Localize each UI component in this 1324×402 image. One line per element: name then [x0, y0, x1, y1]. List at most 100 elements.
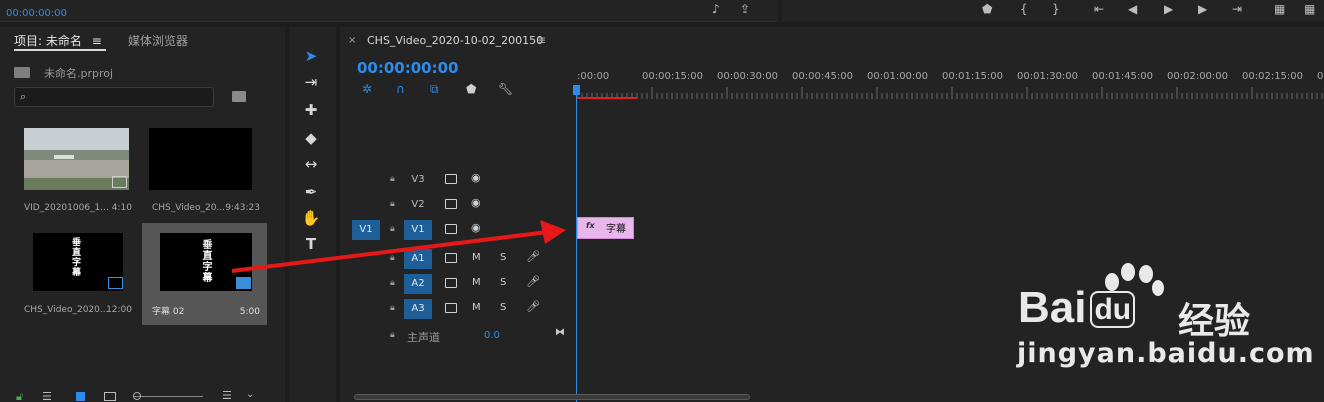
- active-tab-underline: [14, 49, 106, 51]
- track-target[interactable]: V1: [404, 220, 432, 240]
- lock-icon[interactable]: 🔒︎: [390, 278, 395, 288]
- project-item-clip-1[interactable]: VID_20201006_1... 4:10: [14, 121, 139, 221]
- microphone-icon[interactable]: 🎤︎: [526, 250, 540, 263]
- track-header: V1 🔒︎ V1 ◉: [340, 218, 576, 242]
- go-to-out-icon[interactable]: ⇥: [1232, 2, 1242, 16]
- project-item-clip-2[interactable]: CHS_Video_20... 9:43:23: [142, 121, 267, 221]
- track-target[interactable]: V2: [404, 195, 432, 215]
- tab-sequence-menu-icon[interactable]: ≡: [536, 33, 546, 47]
- linked-selection-icon[interactable]: ⧉: [430, 82, 439, 97]
- slip-tool-icon[interactable]: ↔: [299, 153, 323, 175]
- sync-lock-icon[interactable]: [445, 224, 457, 234]
- microphone-icon[interactable]: 🎤︎: [526, 300, 540, 313]
- playhead-line[interactable]: [576, 85, 577, 402]
- play-icon[interactable]: ▶: [1164, 2, 1173, 16]
- sync-lock-icon[interactable]: [445, 253, 457, 263]
- snap-icon[interactable]: ∩: [396, 82, 405, 96]
- mute-button[interactable]: M: [472, 277, 481, 288]
- lock-icon[interactable]: 🔒︎: [390, 303, 395, 313]
- solo-button[interactable]: S: [500, 302, 506, 313]
- project-panel: 项目: 未命名 ≡ 媒体浏览器 未命名.prproj ⌕ VID_2020100…: [0, 27, 285, 402]
- thumbnail-text: 垂直字幕: [70, 237, 80, 277]
- share-icon[interactable]: ⇪: [740, 2, 750, 16]
- track-header: 🔒︎ A3 M S 🎤︎: [340, 297, 576, 321]
- nest-icon[interactable]: ✲: [362, 82, 372, 96]
- track-content[interactable]: [577, 218, 1324, 242]
- time-ruler[interactable]: :00:00 00:00:15:00 00:00:30:00 00:00:45:00 0…: [577, 71, 1324, 85]
- export-frame-icon[interactable]: ♪: [712, 2, 720, 16]
- search-input[interactable]: ⌕: [14, 87, 214, 107]
- lock-icon[interactable]: 🔒︎: [390, 174, 395, 184]
- overwrite-icon[interactable]: ▦: [1304, 2, 1315, 16]
- tab-media-browser[interactable]: 媒体浏览器: [128, 32, 188, 49]
- go-to-in-icon[interactable]: ⇤: [1094, 2, 1104, 16]
- track-content[interactable]: [577, 168, 1324, 192]
- wrench-icon[interactable]: 🔧︎: [498, 82, 513, 96]
- list-view-icon[interactable]: ☰: [42, 390, 52, 402]
- go-to-end-icon[interactable]: ⧓: [555, 327, 565, 338]
- sort-icon[interactable]: ☰: [222, 389, 232, 402]
- master-volume-value[interactable]: 0.0: [484, 330, 500, 341]
- solo-button[interactable]: S: [500, 277, 506, 288]
- close-tab-icon[interactable]: ×: [348, 35, 356, 46]
- program-timecode[interactable]: 00:00:00:00: [6, 8, 67, 19]
- project-item-clip-3[interactable]: 垂直字幕 CHS_Video_2020... 12:00: [14, 223, 139, 323]
- sync-lock-icon[interactable]: [445, 278, 457, 288]
- lock-icon[interactable]: 🔒︎: [390, 330, 395, 340]
- source-patch[interactable]: V1: [352, 220, 380, 240]
- eye-icon[interactable]: ◉: [471, 196, 481, 209]
- tab-project-menu-icon[interactable]: ≡: [92, 34, 102, 48]
- ripple-edit-tool-icon[interactable]: ✚: [299, 99, 323, 121]
- mark-out-icon[interactable]: }: [1052, 2, 1060, 16]
- tab-sequence[interactable]: CHS_Video_2020-10-02_200150: [367, 34, 543, 47]
- track-target[interactable]: A2: [404, 274, 432, 294]
- eye-icon[interactable]: ◉: [471, 221, 481, 234]
- marker-icon[interactable]: ⬟: [982, 2, 992, 16]
- ruler-tick-label: 00:01:30:00: [1017, 71, 1079, 82]
- track-target[interactable]: V3: [404, 170, 432, 190]
- chevron-down-icon[interactable]: ⌄: [246, 389, 254, 400]
- freeform-view-icon[interactable]: [104, 392, 116, 401]
- selection-tool-icon[interactable]: ➤: [299, 45, 323, 67]
- tab-project[interactable]: 项目: 未命名 ≡: [14, 32, 102, 49]
- step-forward-icon[interactable]: ▶: [1198, 2, 1207, 16]
- sync-lock-icon[interactable]: [445, 199, 457, 209]
- mute-button[interactable]: M: [472, 302, 481, 313]
- insert-icon[interactable]: ▦: [1274, 2, 1285, 16]
- sync-lock-icon[interactable]: [445, 303, 457, 313]
- step-back-icon[interactable]: ◀: [1128, 2, 1137, 16]
- work-area-bar[interactable]: [577, 97, 637, 99]
- pen-tool-icon[interactable]: ✒: [299, 181, 323, 203]
- mute-button[interactable]: M: [472, 252, 481, 263]
- add-marker-icon[interactable]: ⬟: [466, 82, 476, 96]
- eye-icon[interactable]: ◉: [471, 171, 481, 184]
- razor-tool-icon[interactable]: ◆: [299, 127, 323, 149]
- hand-tool-icon[interactable]: ✋: [299, 207, 323, 229]
- playhead[interactable]: [573, 85, 580, 95]
- icon-view-icon[interactable]: [76, 392, 85, 401]
- type-tool-icon[interactable]: T: [299, 233, 323, 255]
- track-target[interactable]: A1: [404, 249, 432, 269]
- solo-button[interactable]: S: [500, 252, 506, 263]
- project-item-subtitle-02[interactable]: 垂直字幕 字幕 02 5:00: [142, 223, 267, 325]
- sync-lock-icon[interactable]: [445, 174, 457, 184]
- lock-icon[interactable]: 🔒︎: [390, 224, 395, 234]
- zoom-slider[interactable]: [133, 396, 203, 397]
- zoom-slider-handle[interactable]: [133, 392, 141, 400]
- track-content[interactable]: [577, 193, 1324, 217]
- find-icon[interactable]: [232, 91, 246, 102]
- timeline-clip-subtitle[interactable]: fx 字幕: [577, 217, 634, 239]
- lock-icon[interactable]: 🔒︎: [390, 199, 395, 209]
- ruler-tick-label: 00:00:15:00: [642, 71, 704, 82]
- folder-icon: [14, 67, 30, 78]
- track-content[interactable]: [577, 247, 1324, 271]
- sequence-timecode[interactable]: 00:00:00:00: [357, 59, 459, 77]
- microphone-icon[interactable]: 🎤︎: [526, 275, 540, 288]
- master-track-label: 主声道: [407, 331, 440, 344]
- track-target[interactable]: A3: [404, 299, 432, 319]
- mark-in-icon[interactable]: {: [1020, 2, 1028, 16]
- lock-icon[interactable]: 🔓︎: [16, 390, 23, 402]
- lock-icon[interactable]: 🔒︎: [390, 253, 395, 263]
- track-select-tool-icon[interactable]: ⇥: [299, 71, 323, 93]
- timeline-horizontal-scrollbar[interactable]: [354, 394, 750, 400]
